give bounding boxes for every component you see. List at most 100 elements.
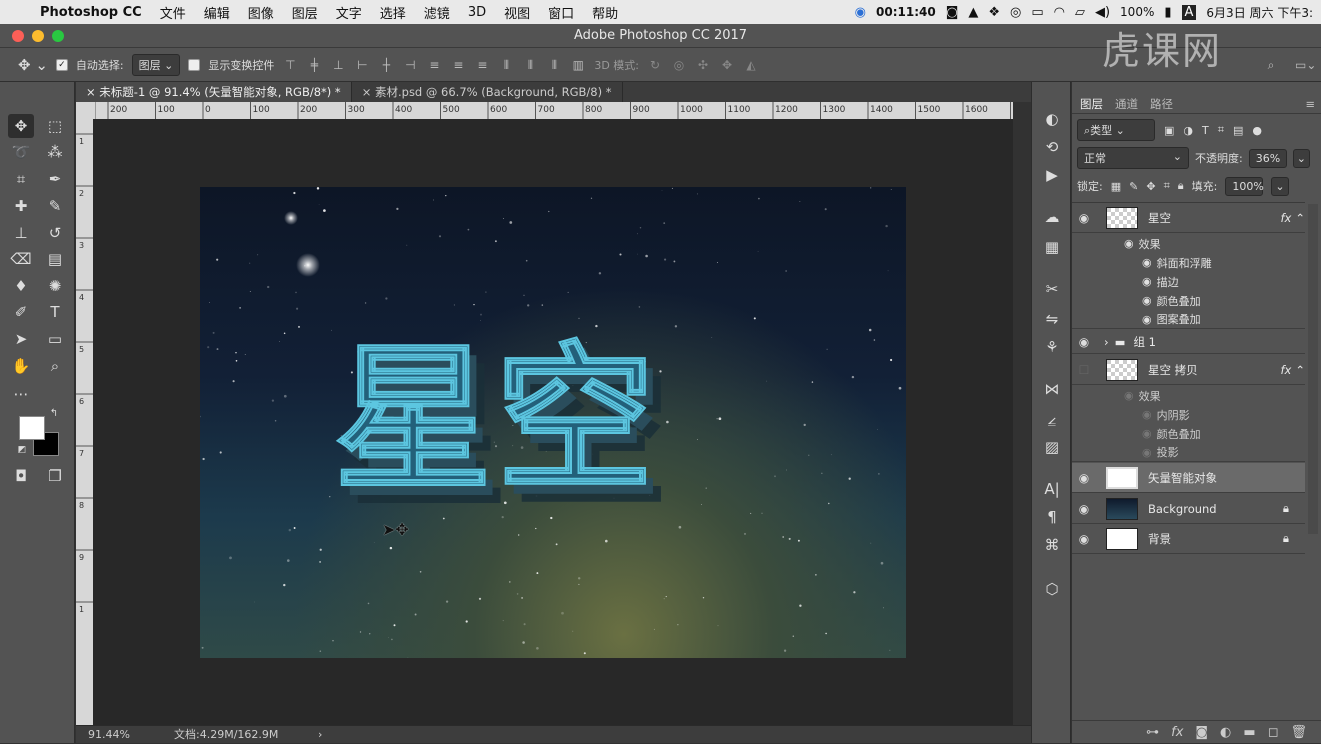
menu-file[interactable]: 文件 — [160, 3, 186, 22]
grid-panel-icon[interactable]: ▦ — [1041, 236, 1063, 258]
effect-eye-icon[interactable]: ◉ — [1124, 237, 1134, 250]
screen-mode-icon[interactable]: ❐ — [42, 464, 68, 488]
distribute-right-icon[interactable]: ⫴ — [546, 58, 562, 72]
auto-select-checkbox[interactable]: ✓ — [55, 58, 68, 71]
input-method-icon[interactable]: A — [1181, 4, 1197, 20]
menu-select[interactable]: 选择 — [380, 3, 406, 22]
opacity-chevron-icon[interactable]: ⌄ — [1292, 148, 1310, 168]
swatches-panel-icon[interactable]: ☁ — [1041, 206, 1063, 228]
effect-drop-shadow[interactable]: ◉ 投影 — [1072, 443, 1305, 462]
layer-row-background[interactable]: ◉ Background 🔒︎ — [1072, 494, 1305, 524]
eyedropper-icon[interactable]: ✒ — [42, 167, 68, 191]
marquee-tool-icon[interactable]: ⬚ — [42, 114, 68, 138]
document-canvas[interactable]: 星空 星空 星空 — [200, 187, 906, 658]
hand-tool-icon[interactable]: ✋ — [8, 354, 34, 378]
3d-roll-icon[interactable]: ◎ — [671, 58, 687, 72]
blend-mode-dropdown[interactable]: 正常 ⌄ — [1077, 147, 1189, 169]
magic-wand-icon[interactable]: ⁂ — [42, 140, 68, 164]
menu-3d[interactable]: 3D — [468, 5, 486, 20]
effect-eye-icon[interactable]: ◉ — [1142, 427, 1152, 440]
close-tab-icon[interactable]: × — [362, 85, 375, 99]
filter-kind-dropdown[interactable]: ⌕类型 ⌄ — [1077, 119, 1155, 141]
vertical-ruler[interactable]: 1 2 3 4 5 6 7 8 9 1 — [76, 119, 93, 725]
zoom-level[interactable]: 91.44% — [88, 726, 130, 744]
collapse-chevron-icon[interactable]: ⌃ — [1295, 363, 1305, 377]
tab-channels[interactable]: 通道 — [1115, 94, 1138, 113]
3d-panel-icon[interactable]: ⬡ — [1041, 578, 1063, 600]
foreground-color-swatch[interactable] — [19, 416, 45, 440]
effect-eye-icon[interactable]: ◉ — [1142, 294, 1152, 307]
3d-scale-icon[interactable]: ◭ — [743, 58, 759, 72]
workspace-icon[interactable]: ▭⌄ — [1295, 58, 1316, 72]
horizontal-ruler[interactable]: 200 100 0 100 200 300 400 500 600 700 800 900 1000 11… — [96, 102, 1013, 119]
layer-thumbnail[interactable] — [1106, 466, 1138, 489]
effect-eye-icon[interactable]: ◉ — [1142, 408, 1152, 421]
layer-thumbnail[interactable] — [1106, 206, 1138, 229]
color-panel-icon[interactable]: ◐ — [1041, 108, 1063, 130]
3d-rotate-icon[interactable]: ↻ — [647, 58, 663, 72]
more-tools-icon[interactable]: ⋯ — [8, 382, 34, 406]
lock-artboard-icon[interactable]: ⌗ — [1164, 179, 1170, 193]
delete-layer-icon[interactable]: 🗑︎ — [1290, 725, 1307, 740]
expand-arrow-icon[interactable]: › — [1104, 335, 1109, 349]
auto-align-icon[interactable]: ▥ — [570, 58, 586, 72]
clone-stamp-icon[interactable]: ⊥ — [8, 221, 34, 245]
menu-type[interactable]: 文字 — [336, 3, 362, 22]
menu-filter[interactable]: 滤镜 — [424, 3, 450, 22]
effect-eye-icon[interactable]: ◉ — [1124, 389, 1134, 402]
fill-chevron-icon[interactable]: ⌄ — [1271, 176, 1289, 196]
notification-icon[interactable]: ▲ — [968, 5, 978, 20]
history-panel-icon[interactable]: ⟲ — [1041, 136, 1063, 158]
add-style-icon[interactable]: fx — [1171, 725, 1183, 740]
ruler-corner[interactable] — [76, 102, 96, 119]
collapse-chevron-icon[interactable]: ⌃ — [1295, 211, 1305, 225]
effect-eye-icon[interactable]: ◉ — [1142, 446, 1152, 459]
lasso-tool-icon[interactable]: ➰ — [8, 140, 34, 164]
sponge-tool-icon[interactable]: ✺ — [42, 274, 68, 298]
opacity-input[interactable]: 36% — [1248, 148, 1287, 168]
panel-menu-icon[interactable]: ≡ — [1305, 94, 1315, 113]
eraser-tool-icon[interactable]: ⌫ — [8, 247, 34, 271]
distribute-hcenter-icon[interactable]: ⫴ — [522, 58, 538, 72]
move-tool-preset-icon[interactable]: ✥ ⌄ — [18, 56, 48, 74]
adjustments-icon[interactable]: ⇋ — [1041, 308, 1063, 330]
minimize-window-button[interactable] — [32, 30, 44, 42]
layer-name[interactable]: Background — [1148, 502, 1217, 516]
effect-color-overlay[interactable]: ◉ 颜色叠加 — [1072, 424, 1305, 443]
zoom-tool-icon[interactable]: ⌕ — [42, 354, 68, 378]
layer-row-beijing[interactable]: ◉ 背景 🔒︎ — [1072, 524, 1305, 554]
rectangle-tool-icon[interactable]: ▭ — [42, 327, 68, 351]
fx-badge[interactable]: fx — [1281, 363, 1292, 377]
crop-tool-icon[interactable]: ⌗ — [8, 167, 34, 191]
tab-paths[interactable]: 路径 — [1150, 94, 1173, 113]
visibility-eye-icon[interactable]: ◉ — [1072, 211, 1096, 225]
filter-toggle-icon[interactable]: ● — [1252, 124, 1262, 137]
lock-icon[interactable]: 🔒︎ — [1283, 501, 1289, 516]
quick-mask-icon[interactable]: ◘ — [8, 464, 34, 488]
layer-thumbnail[interactable] — [1106, 358, 1138, 381]
type-tool-icon[interactable]: T — [42, 300, 68, 324]
airplay-icon[interactable]: ▱ — [1075, 5, 1085, 20]
lock-icon[interactable]: 🔒︎ — [1283, 531, 1289, 546]
visibility-eye-icon[interactable]: ◉ — [1072, 335, 1096, 349]
blur-tool-icon[interactable]: ♦ — [8, 274, 34, 298]
lock-position-icon[interactable]: ✥ — [1146, 180, 1155, 193]
healing-brush-icon[interactable]: ✚ — [8, 194, 34, 218]
pen-tool-icon[interactable]: ✐ — [8, 300, 34, 324]
fx-badge[interactable]: fx — [1281, 211, 1292, 225]
align-left-icon[interactable]: ⊢ — [354, 58, 370, 72]
align-right-icon[interactable]: ⊣ — [402, 58, 418, 72]
filter-type-icon[interactable]: T — [1202, 124, 1209, 137]
filter-pixel-icon[interactable]: ▣ — [1164, 124, 1174, 137]
fill-input[interactable]: 100% — [1225, 176, 1264, 196]
volume-icon[interactable]: ◀) — [1095, 5, 1110, 20]
record-icon[interactable]: ◉ — [855, 5, 866, 20]
gradient-tool-icon[interactable]: ▤ — [42, 247, 68, 271]
effects-group[interactable]: ◉ 效果 — [1072, 234, 1305, 253]
effects-group[interactable]: ◉ 效果 — [1072, 386, 1305, 405]
lock-pixels-icon[interactable]: ✎ — [1129, 180, 1138, 193]
glyphs-icon[interactable]: ⌘ — [1041, 534, 1063, 556]
battery-icon[interactable]: ▮ — [1164, 5, 1171, 20]
screen-record-icon[interactable]: ◙ — [946, 5, 959, 20]
align-bottom-icon[interactable]: ⊥ — [330, 58, 346, 72]
